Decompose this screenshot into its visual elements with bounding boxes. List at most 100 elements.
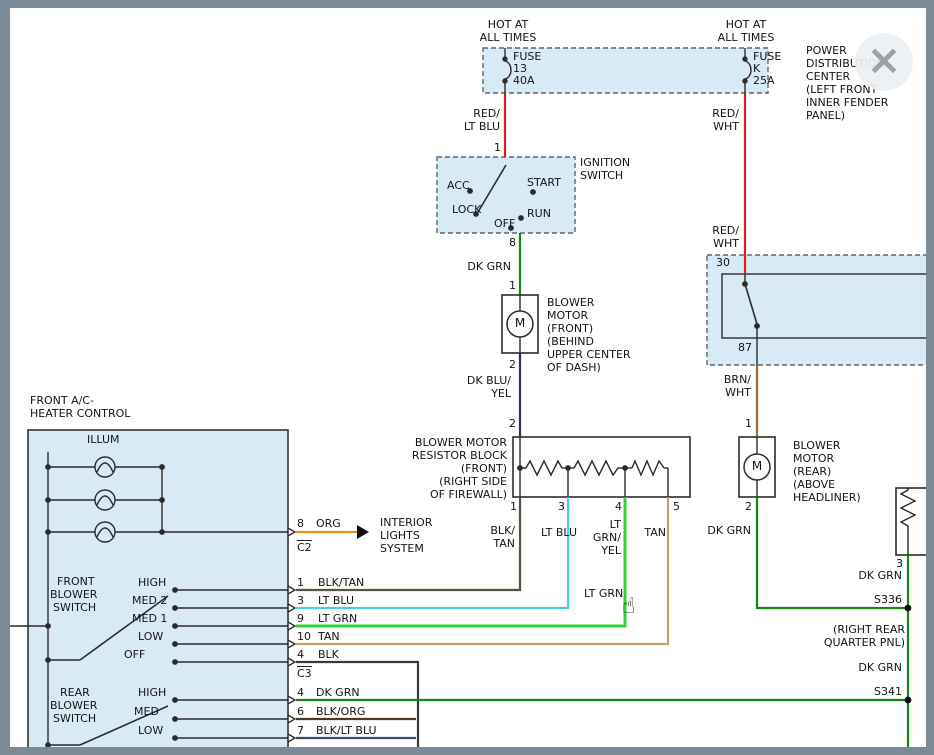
splice-location-line2: QUARTER PNL): [824, 637, 905, 649]
resistor-pin-1: 1: [510, 501, 517, 513]
resistor-pin-5: 5: [673, 501, 680, 513]
resistor-label-4: (RIGHT SIDE: [439, 476, 507, 488]
wire-label-dk-blu-yel-2: YEL: [491, 388, 511, 400]
illum-label: ILLUM: [87, 434, 120, 446]
resistor-pin-in: 2: [509, 418, 516, 430]
pdc-note-line5: INNER FENDER: [806, 97, 888, 109]
c3-pin-4: 10: [297, 631, 311, 643]
fuse-13-name: FUSE: [513, 51, 541, 63]
ignition-pos-off: OFF: [494, 218, 515, 230]
hot-at-left-line1: HOT AT: [488, 19, 529, 31]
front-switch-label-2: BLOWER: [50, 589, 97, 601]
pdc-note-line1: POWER: [806, 45, 847, 57]
rear-row-pin-1: 4: [297, 687, 304, 699]
fuse-13-number: 13: [513, 63, 527, 75]
hot-at-right-line1: HOT AT: [726, 19, 767, 31]
c3-color-2: LT BLU: [318, 595, 354, 607]
interior-lights-line2: LIGHTS: [380, 530, 420, 542]
wire-lt-blu: [296, 497, 568, 608]
pdc-note-line3: CENTER: [806, 71, 850, 83]
wire-label-red-wht-b2: WHT: [713, 238, 739, 250]
wire-label-dk-grn-b: DK GRN: [858, 662, 902, 674]
front-switch-pos-high: HIGH: [138, 577, 166, 589]
resistor-label-1: BLOWER MOTOR: [415, 437, 507, 449]
rear-resistor-pin-3: 3: [896, 558, 903, 570]
fuse-k-number: K: [753, 63, 760, 75]
c3-connector-label: C3: [297, 666, 312, 680]
rear-row-color-2: BLK/ORG: [316, 706, 365, 718]
wire-label-lt-grn-yel-2: GRN/: [593, 532, 621, 544]
front-switch-pos-low: LOW: [138, 631, 163, 643]
fuse-k-name: FUSE: [753, 51, 781, 63]
rear-switch-label-1: REAR: [60, 687, 90, 699]
wire-label-blk-tan-2: TAN: [493, 538, 515, 550]
window-border-bottom: [0, 747, 934, 755]
wire-label-lt-grn-yel-3: YEL: [601, 545, 621, 557]
rear-row-color-3: BLK/LT BLU: [316, 725, 377, 737]
c3-color-1: BLK/TAN: [318, 577, 364, 589]
hot-at-left-line2: ALL TIMES: [480, 32, 537, 44]
fuse-13-rating: 40A: [513, 75, 535, 87]
front-motor-label-3: (FRONT): [547, 323, 593, 335]
rear-motor-label-5: HEADLINER): [793, 492, 861, 504]
c3-color-3: LT GRN: [318, 613, 357, 625]
resistor-label-5: OF FIREWALL): [430, 489, 507, 501]
c3-pin-5: 4: [297, 649, 304, 661]
splice-s341-label: S341: [874, 686, 902, 698]
ignition-pos-start: START: [527, 177, 561, 189]
wire-label-dk-blu-yel-1: DK BLU/: [467, 375, 511, 387]
wire-label-lt-blu: LT BLU: [541, 527, 577, 539]
ignition-pos-acc: ACC: [447, 180, 470, 192]
splice-s336-dot: [905, 605, 912, 612]
front-switch-pos-med1: MED 1: [132, 613, 167, 625]
rear-motor-label-1: BLOWER: [793, 440, 840, 452]
front-motor-pin-in: 1: [509, 280, 516, 292]
splice-s341-dot: [905, 697, 912, 704]
control-title-line1: FRONT A/C-: [30, 395, 94, 407]
c3-pin-2: 3: [297, 595, 304, 607]
fuse-k-rating: 25A: [753, 75, 775, 87]
front-motor-pin-out: 2: [509, 359, 516, 371]
front-motor-label-4: (BEHIND: [547, 336, 594, 348]
window-border-left: [0, 0, 10, 755]
resistor-label-3: (FRONT): [461, 463, 507, 475]
c3-pin-1: 1: [297, 577, 304, 589]
wire-label-brn-wht-2: WHT: [725, 387, 751, 399]
interior-lights-arrow: [357, 525, 369, 539]
rear-motor-label-2: MOTOR: [793, 453, 834, 465]
close-button[interactable]: ×: [855, 33, 913, 91]
ignition-pin-out: 8: [509, 237, 516, 249]
resistor-pin-4: 4: [615, 501, 622, 513]
c2-connector-label: C2: [297, 540, 312, 554]
c3-color-4: TAN: [318, 631, 340, 643]
splice-s336-label: S336: [874, 594, 902, 606]
splice-location-line1: (RIGHT REAR: [833, 624, 905, 636]
c2-color: ORG: [316, 518, 341, 530]
front-switch-label-3: SWITCH: [53, 602, 96, 614]
front-motor-label-1: BLOWER: [547, 297, 594, 309]
wire-label-lt-grn-yel-1: LT: [610, 519, 621, 531]
rear-motor-pin-out: 2: [745, 501, 752, 513]
rear-row-color-1: DK GRN: [316, 687, 360, 699]
wire-label-dk-grn-a: DK GRN: [858, 570, 902, 582]
front-motor-label-5: UPPER CENTER: [547, 349, 631, 361]
rear-switch-label-2: BLOWER: [50, 700, 97, 712]
relay-pin-87: 87: [738, 342, 752, 354]
c3-pin-3: 9: [297, 613, 304, 625]
ignition-pin-in: 1: [494, 142, 501, 154]
rear-row-pin-3: 7: [297, 725, 304, 737]
rear-switch-pos-high: HIGH: [138, 687, 166, 699]
interior-lights-line3: SYSTEM: [380, 543, 424, 555]
wire-label-red-lt-blu-2: LT BLU: [464, 121, 500, 133]
rear-switch-pos-low: LOW: [138, 725, 163, 737]
resistor-label-2: RESISTOR BLOCK: [412, 450, 507, 462]
wire-label-blk-tan-1: BLK/: [490, 525, 515, 537]
wiring-diagram-viewer: HOT AT ALL TIMES HOT AT ALL TIMES FUSE 1…: [0, 0, 934, 755]
front-switch-pos-off: OFF: [124, 649, 145, 661]
interior-lights-line1: INTERIOR: [380, 517, 432, 529]
ignition-title-line2: SWITCH: [580, 170, 623, 182]
front-switch-pos-med2: MED 2: [132, 595, 167, 607]
rear-motor-label-4: (ABOVE: [793, 479, 835, 491]
wire-label-brn-wht-1: BRN/: [724, 374, 751, 386]
ignition-pos-run: RUN: [527, 208, 551, 220]
